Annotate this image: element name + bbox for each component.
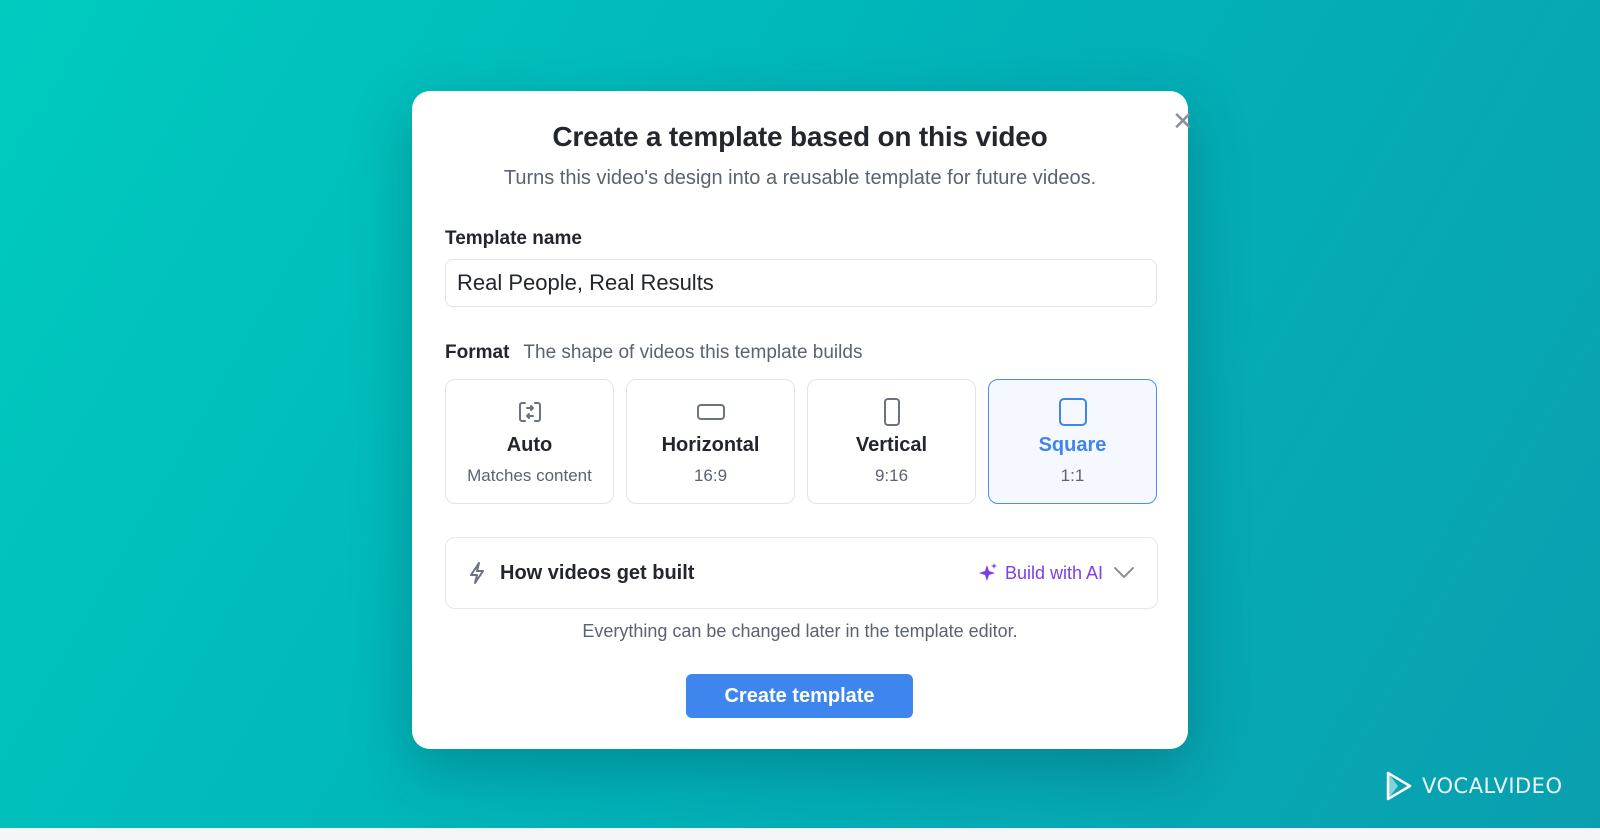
format-option-vertical[interactable]: Vertical 9:16 bbox=[807, 379, 976, 504]
format-option-auto[interactable]: Auto Matches content bbox=[445, 379, 614, 504]
format-option-title: Square bbox=[1038, 434, 1107, 456]
build-method-value: Build with AI bbox=[978, 562, 1103, 584]
modal-title: Create a template based on this video bbox=[552, 121, 1048, 152]
format-option-title: Auto bbox=[506, 434, 553, 456]
format-hint: The shape of videos this template builds bbox=[523, 342, 863, 363]
build-method-label: How videos get built bbox=[500, 561, 695, 584]
format-header: Format The shape of videos this template … bbox=[445, 342, 862, 364]
brand-name: VOCALVIDEO bbox=[1422, 774, 1563, 798]
format-option-sub: 16:9 bbox=[693, 466, 728, 485]
build-method-dropdown[interactable]: How videos get built Build with AI bbox=[445, 537, 1158, 609]
format-option-square[interactable]: Square 1:1 bbox=[988, 379, 1157, 504]
modal-subtitle: Turns this video's design into a reusabl… bbox=[503, 167, 1097, 189]
create-template-modal: ✕ Create a template based on this video … bbox=[412, 91, 1194, 749]
horizontal-rectangle-icon bbox=[696, 398, 726, 426]
format-option-horizontal[interactable]: Horizontal 16:9 bbox=[626, 379, 795, 504]
format-label: Format bbox=[445, 342, 510, 363]
footnote: Everything can be changed later in the t… bbox=[582, 621, 1018, 641]
format-option-sub: 1:1 bbox=[1060, 466, 1085, 485]
square-icon bbox=[1058, 398, 1088, 426]
build-method-value-text: Build with AI bbox=[1004, 562, 1103, 583]
format-options: Auto Matches content Horizontal 16:9 Ver… bbox=[445, 379, 1157, 504]
template-name-label: Template name bbox=[445, 228, 582, 249]
format-option-title: Vertical bbox=[855, 434, 928, 456]
bottom-strip bbox=[0, 828, 1600, 840]
format-option-sub: 9:16 bbox=[874, 466, 909, 485]
create-template-button[interactable]: Create template bbox=[686, 674, 913, 718]
sparkle-icon bbox=[978, 562, 998, 584]
format-option-sub: Matches content bbox=[467, 466, 592, 485]
format-option-title: Horizontal bbox=[661, 434, 760, 456]
auto-resize-icon bbox=[517, 398, 543, 426]
vertical-rectangle-icon bbox=[882, 398, 902, 426]
template-name-input[interactable] bbox=[445, 259, 1157, 307]
play-logo-icon bbox=[1386, 771, 1412, 801]
brand-logo: VOCALVIDEO bbox=[1384, 770, 1562, 802]
chevron-down-icon bbox=[1113, 562, 1135, 584]
lightning-icon bbox=[468, 561, 490, 585]
